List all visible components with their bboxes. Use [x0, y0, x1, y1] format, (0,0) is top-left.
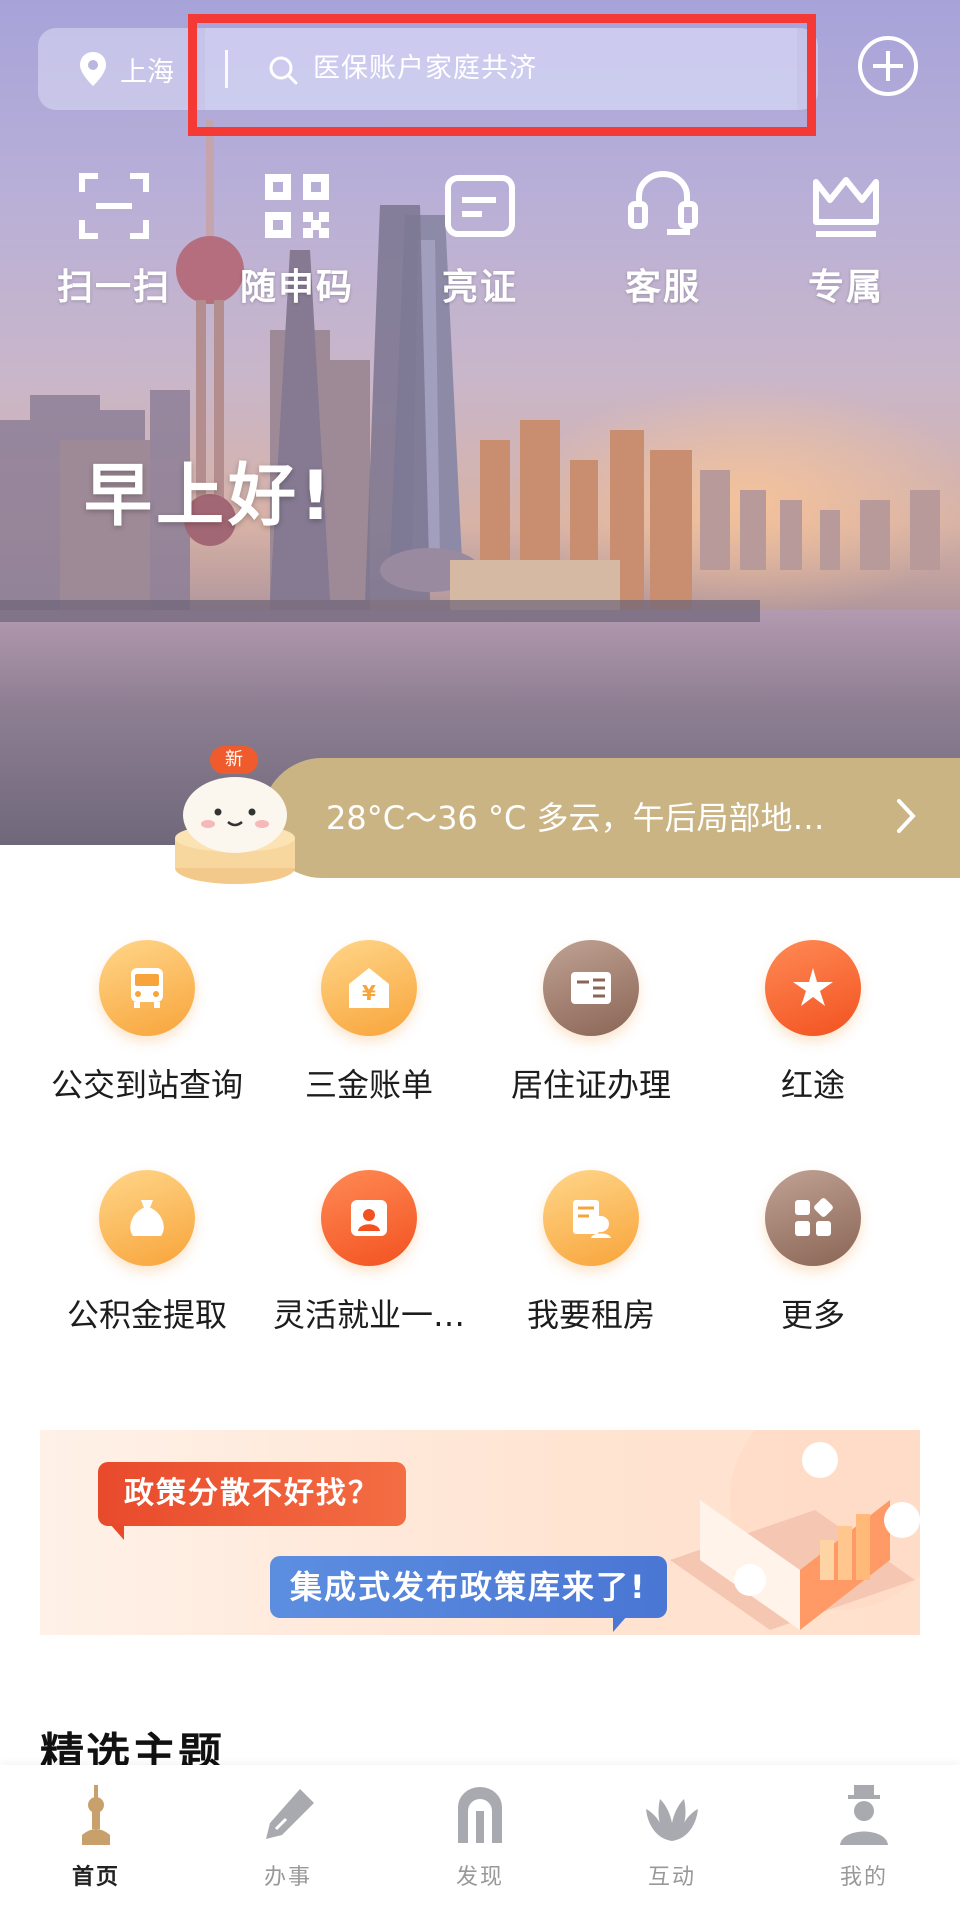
service-flexible-employment[interactable]: 灵活就业一… — [258, 1170, 480, 1336]
tab-interact[interactable]: 互动 — [576, 1783, 768, 1891]
scan-icon — [79, 173, 149, 239]
quick-action-label: 客服 — [624, 267, 701, 308]
service-red-route[interactable]: 红途 — [702, 940, 924, 1106]
service-icon-circle — [99, 1170, 195, 1266]
quick-action-id[interactable]: 亮证 — [390, 170, 570, 310]
greeting-text: 早上好! — [84, 457, 336, 536]
add-button[interactable] — [858, 36, 918, 96]
bottom-tab-bar: 首页 办事 发现 互动 我的 — [0, 1765, 960, 1913]
service-housing-fund-withdraw[interactable]: 公积金提取 — [36, 1170, 258, 1336]
tower-icon — [82, 1785, 110, 1845]
magnolia-icon — [646, 1799, 698, 1841]
service-label: 公积金提取 — [66, 1296, 227, 1334]
service-icon-circle — [543, 940, 639, 1036]
id-card-icon — [445, 175, 515, 237]
quick-action-scan[interactable]: 扫一扫 — [24, 170, 204, 310]
tab-label: 发现 — [455, 1865, 504, 1890]
quick-action-label: 扫一扫 — [56, 267, 171, 308]
banner-headline: 政策分散不好找？ — [98, 1462, 406, 1540]
more-apps-icon — [795, 1198, 833, 1236]
svg-text:¥: ¥ — [362, 981, 376, 1005]
tab-label: 互动 — [647, 1865, 696, 1890]
service-residence-permit[interactable]: 居住证办理 — [480, 940, 702, 1106]
shanghai-skyline-image — [0, 120, 940, 622]
bus-icon — [131, 968, 163, 1008]
person-icon — [840, 1785, 888, 1845]
service-label: 灵活就业一… — [272, 1296, 465, 1334]
yen-house-icon: ¥ — [349, 968, 389, 1008]
quick-action-exclusive[interactable]: 专属 — [756, 170, 936, 310]
service-rent-house[interactable]: 我要租房 — [480, 1170, 702, 1336]
service-icon-circle — [765, 940, 861, 1036]
search-placeholder: 医保账户家庭共济 — [313, 53, 537, 84]
search-divider — [225, 50, 228, 88]
policy-book-illustration-icon — [670, 1430, 920, 1630]
quick-action-label: 随申码 — [239, 267, 354, 308]
flexible-job-icon — [351, 1200, 387, 1236]
quick-action-service[interactable]: 客服 — [573, 170, 753, 310]
service-label: 三金账单 — [304, 1066, 433, 1104]
tab-mine[interactable]: 我的 — [768, 1783, 960, 1891]
pen-icon — [266, 1789, 314, 1839]
search-icon — [269, 56, 298, 85]
service-more[interactable]: 更多 — [702, 1170, 924, 1336]
service-icon-circle: ¥ — [321, 940, 417, 1036]
location-pin-icon — [80, 52, 106, 86]
service-icon-circle — [321, 1170, 417, 1266]
location-selector[interactable]: 上海 — [38, 28, 208, 110]
tab-label: 我的 — [839, 1865, 888, 1890]
tab-home[interactable]: 首页 — [0, 1783, 192, 1891]
service-label: 红途 — [780, 1066, 845, 1104]
weather-text: 28°C～36 °C 多云，午后局部地… — [326, 799, 825, 837]
page: 上海 医保账户家庭共济 扫一扫 随申码 亮证 客服 专属 早上好! 28°C～3… — [0, 0, 960, 1913]
service-label: 我要租房 — [526, 1296, 655, 1334]
quick-action-qr[interactable]: 随申码 — [207, 170, 387, 310]
quick-action-label: 专属 — [807, 267, 884, 308]
qr-code-icon — [265, 174, 329, 238]
quick-action-label: 亮证 — [441, 267, 518, 308]
service-label: 公交到站查询 — [50, 1066, 243, 1104]
headset-icon — [628, 171, 698, 235]
rent-house-icon — [573, 1200, 611, 1238]
residence-card-icon — [571, 972, 611, 1004]
service-label: 居住证办理 — [510, 1066, 671, 1104]
service-bus-arrival[interactable]: 公交到站查询 — [36, 940, 258, 1106]
service-icon-circle — [543, 1170, 639, 1266]
red-star-icon — [793, 968, 833, 1006]
chevron-right-icon — [897, 799, 916, 833]
service-icon-circle — [99, 940, 195, 1036]
search-input[interactable]: 医保账户家庭共济 — [205, 28, 797, 110]
location-city: 上海 — [120, 56, 174, 88]
tab-label: 首页 — [71, 1865, 120, 1890]
tab-discover[interactable]: 发现 — [384, 1783, 576, 1891]
service-three-funds-bill[interactable]: ¥ 三金账单 — [258, 940, 480, 1106]
service-icon-circle — [765, 1170, 861, 1266]
crown-icon — [813, 177, 879, 237]
hero-banner — [0, 0, 960, 845]
banner-subheadline: 集成式发布政策库来了! — [270, 1556, 667, 1632]
policy-banner[interactable]: 政策分散不好找？ 集成式发布政策库来了! — [40, 1430, 920, 1635]
money-bag-icon — [130, 1200, 164, 1236]
arch-icon — [458, 1787, 502, 1843]
tab-label: 办事 — [263, 1865, 312, 1890]
service-label: 更多 — [780, 1296, 845, 1334]
new-badge: 新 — [210, 746, 258, 774]
tab-affairs[interactable]: 办事 — [192, 1783, 384, 1891]
weather-bar[interactable]: 28°C～36 °C 多云，午后局部地… — [262, 758, 960, 878]
